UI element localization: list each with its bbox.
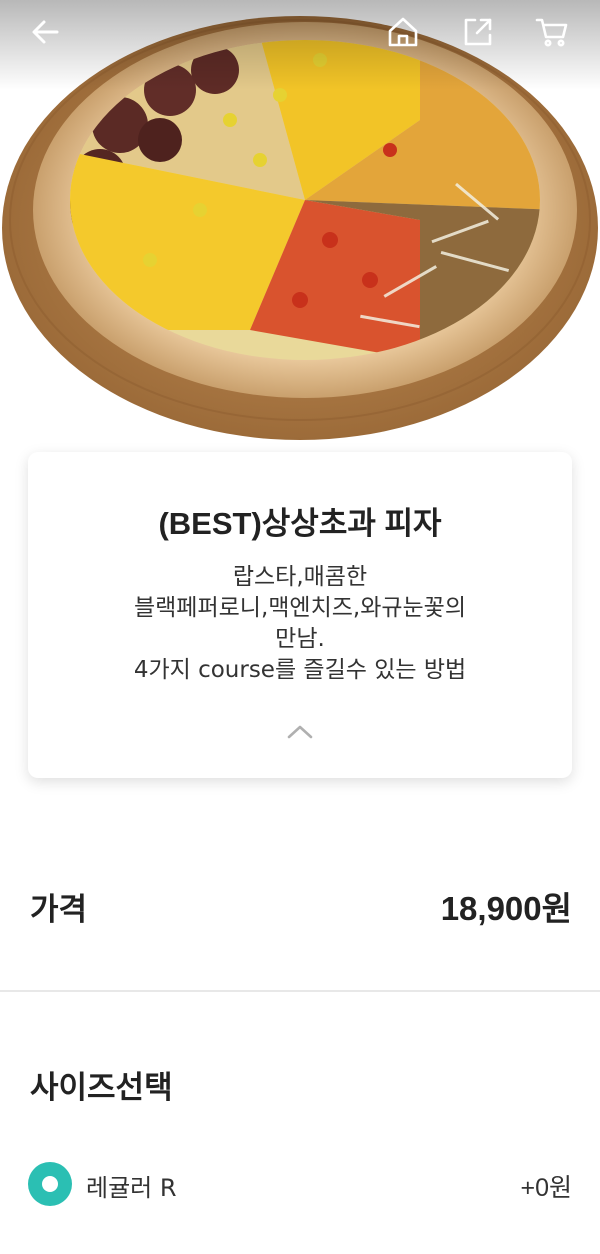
description-line: 랍스타,매콤한 [232,564,368,590]
share-icon [464,18,492,46]
home-icon [388,17,418,47]
size-option-regular[interactable]: 레귤러 R +0원 [28,1160,572,1208]
arrow-left-icon [32,20,59,44]
product-hero [0,0,600,450]
top-bar [0,0,600,64]
price-row: 가격 18,900원 [30,876,572,936]
section-divider [0,990,600,992]
chevron-up-icon [287,725,313,739]
share-button[interactable] [454,8,502,56]
home-button[interactable] [379,8,427,56]
product-info-card: (BEST)상상초과 피자 랍스타,매콤한 블랙페퍼로니,맥엔치즈,와규눈꽃의 … [28,452,572,778]
back-button[interactable] [22,8,70,56]
size-section-title: 사이즈선택 [30,1070,173,1106]
radio-button-selected[interactable] [28,1162,72,1206]
radio-dot [42,1176,58,1192]
size-option-label: 레귤러 R [86,1174,177,1202]
description-line: 4가지 course를 즐길수 있는 방법 [133,657,467,683]
collapse-button[interactable] [284,720,316,744]
cart-icon [535,18,568,47]
price-value: 18,900원 [440,890,572,927]
product-description: 랍스타,매콤한 블랙페퍼로니,맥엔치즈,와규눈꽃의 만남. 4가지 course… [68,562,532,686]
product-title: (BEST)상상초과 피자 [158,506,442,541]
price-label: 가격 [30,892,88,928]
description-line: 블랙페퍼로니,맥엔치즈,와규눈꽃의 [133,595,467,621]
description-line: 만남. [275,626,325,652]
size-option-price: +0원 [520,1174,572,1202]
cart-button[interactable] [528,8,576,56]
